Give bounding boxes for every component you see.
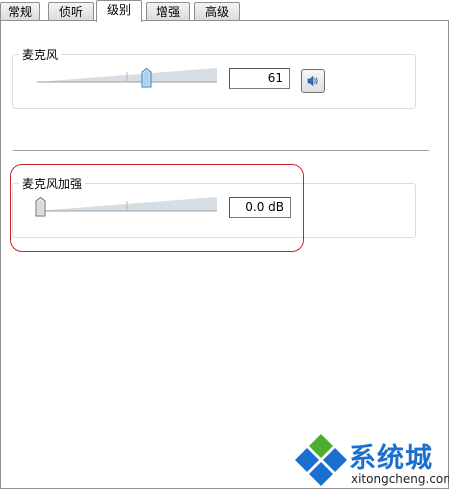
highlight-annotation: [10, 164, 304, 252]
speaker-icon: [307, 75, 318, 87]
microphone-slider-thumb[interactable]: [141, 67, 152, 91]
tab-general[interactable]: 常规: [0, 2, 40, 20]
slider-track: [37, 68, 217, 83]
microphone-title: 麦克风: [19, 46, 62, 63]
tab-label: 常规: [7, 5, 32, 19]
tab-label: 级别: [106, 3, 131, 17]
tab-label: 侦听: [58, 5, 83, 19]
mute-button[interactable]: [301, 69, 325, 93]
watermark-text: 系统城: [349, 443, 433, 474]
tab-advanced[interactable]: 高级: [194, 2, 240, 20]
tab-label: 增强: [155, 5, 180, 19]
tab-levels[interactable]: 级别: [96, 0, 142, 22]
tab-bar: 常规 侦听 级别 增强 高级: [0, 0, 449, 22]
watermark-url: xitongcheng.com: [351, 472, 449, 486]
watermark-logo: 系统城 xitongcheng.com: [293, 432, 449, 489]
tab-enhancements[interactable]: 增强: [146, 2, 190, 20]
microphone-level-slider[interactable]: [37, 66, 217, 84]
logo-diamond-icon: [295, 434, 347, 486]
divider: [13, 150, 429, 151]
microphone-level-value[interactable]: 61: [229, 68, 290, 89]
tab-listen[interactable]: 侦听: [48, 2, 94, 20]
tab-label: 高级: [204, 5, 229, 19]
